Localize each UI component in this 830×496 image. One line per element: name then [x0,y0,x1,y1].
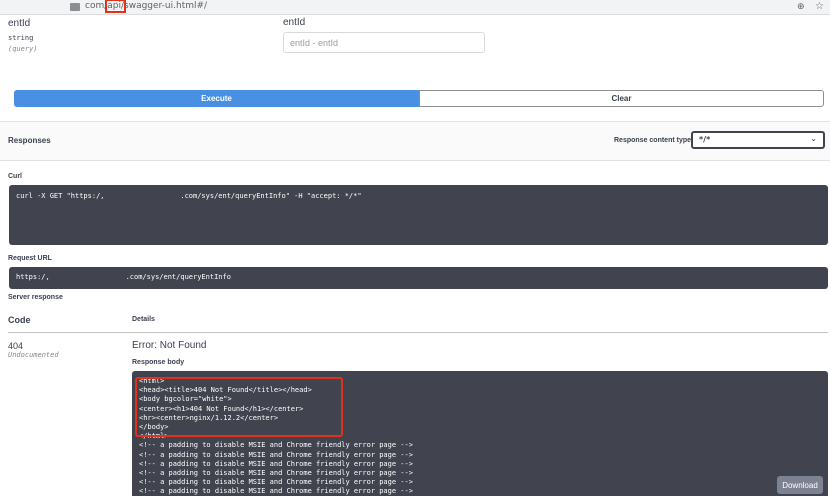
translate-icon[interactable]: ⊕ [797,2,805,12]
curl-label: Curl [8,173,22,180]
request-url-block[interactable]: https:/, .com/sys/ent/queryEntInfo [9,267,828,289]
response-code: 404 [8,341,24,351]
execute-button[interactable]: Execute [14,90,419,107]
undocumented-label: Undocumented [8,351,59,359]
response-body-lines: <html> <head><title>404 Not Found</title… [135,377,413,496]
response-body-line: <!-- a padding to disable MSIE and Chrom… [139,450,413,459]
response-content-type-label: Response content type [614,137,692,144]
response-content-type-select[interactable]: */* ⌄ [691,131,825,149]
response-body-block[interactable]: <html> <head><title>404 Not Found</title… [132,371,828,496]
column-header-details: Details [132,316,155,323]
url-prefix: com/ [85,1,108,11]
parameter-description: entId [283,17,306,28]
parameter-name: entId [8,18,31,29]
response-body-label: Response body [132,359,185,366]
response-body-line: <!-- a padding to disable MSIE and Chrom… [139,469,413,478]
response-body-line: <!-- a padding to disable MSIE and Chrom… [139,478,413,487]
response-body-line: <!-- a padding to disable MSIE and Chrom… [139,487,413,496]
error-title: Error: Not Found [132,340,207,351]
annotation-highlight-box [135,377,343,437]
page-icon [70,3,80,11]
responses-title: Responses [8,136,51,145]
column-header-code: Code [8,315,31,325]
entid-input[interactable] [283,32,485,53]
parameter-location: (query) [8,45,38,53]
chevron-down-icon: ⌄ [810,134,817,143]
parameter-type: string [8,34,34,42]
response-content-type-value: */* [699,135,711,144]
url-highlighted-segment: api/ [105,0,127,13]
url-suffix: swagger-ui.html#/ [124,1,208,11]
response-body-line: <!-- a padding to disable MSIE and Chrom… [139,441,413,450]
address-url[interactable]: com/api/swagger-ui.html#/ [85,0,208,13]
download-button[interactable]: Download [777,476,823,494]
clear-button[interactable]: Clear [419,90,824,107]
browser-address-bar: com/api/swagger-ui.html#/ ⊕ ☆ [0,0,830,15]
curl-command: curl -X GET "https:/, .com/sys/ent/query… [16,192,362,200]
request-url-value: https:/, .com/sys/ent/queryEntInfo [16,273,231,281]
request-url-label: Request URL [8,255,52,262]
table-divider [8,332,828,333]
server-response-label: Server response [8,294,63,301]
response-body-line: <!-- a padding to disable MSIE and Chrom… [139,459,413,468]
bookmark-star-icon[interactable]: ☆ [815,1,824,12]
curl-code-block[interactable]: curl -X GET "https:/, .com/sys/ent/query… [9,185,828,245]
